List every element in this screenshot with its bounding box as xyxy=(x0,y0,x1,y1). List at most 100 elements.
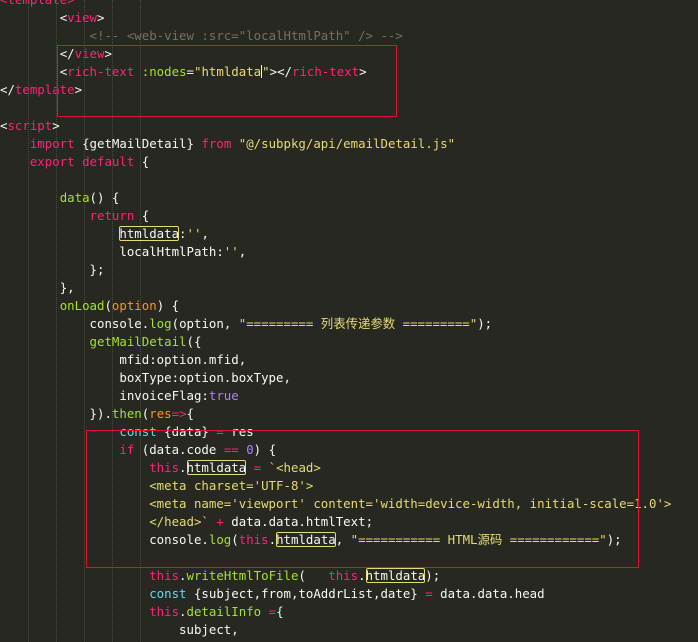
code-line[interactable]: getMailDetail({ xyxy=(0,333,202,351)
code-line[interactable]: invoiceFlag:true xyxy=(0,387,239,405)
code-token: console. xyxy=(89,316,150,331)
code-token: data.data.htmlText; xyxy=(223,514,374,529)
code-line[interactable]: localHtmlPath:'', xyxy=(0,243,246,261)
code-token: :nodes xyxy=(141,64,187,79)
code-line[interactable]: <!-- <web-view :src="localHtmlPath" /> -… xyxy=(0,27,403,45)
code-token: <meta name='viewport' content='width=dev… xyxy=(149,496,672,511)
code-line[interactable]: subject, xyxy=(0,621,239,639)
code-line[interactable]: mfid:option.mfid, xyxy=(0,351,246,369)
code-line[interactable]: </head>` + data.data.htmlText; xyxy=(0,513,373,531)
code-token: = xyxy=(268,604,277,619)
code-line[interactable]: if (data.code == 0) { xyxy=(0,441,276,459)
code-line[interactable]: data() { xyxy=(0,189,120,207)
code-token: ></ xyxy=(269,64,292,79)
code-token: console. xyxy=(149,532,209,547)
code-line[interactable]: <rich-text :nodes="htmldata"></rich-text… xyxy=(0,63,367,81)
code-line[interactable]: <meta name='viewport' content='width=dev… xyxy=(0,495,671,513)
code-token: true xyxy=(208,388,239,403)
code-token: . xyxy=(179,568,187,583)
highlighted-token: htmldata xyxy=(365,568,426,583)
code-token: ( xyxy=(104,298,112,313)
code-token: > xyxy=(104,46,112,61)
code-token: {getMailDetail} xyxy=(74,136,202,151)
code-line[interactable]: <template> xyxy=(0,0,75,9)
code-line[interactable]: return { xyxy=(0,207,150,225)
code-line[interactable]: export default { xyxy=(0,153,149,171)
code-line[interactable]: </view> xyxy=(0,45,112,63)
code-line[interactable]: }).then(res=>{ xyxy=(0,405,194,423)
code-token: subject, xyxy=(179,622,239,637)
code-line[interactable]: onLoad(option) { xyxy=(0,297,179,315)
code-token: from xyxy=(201,136,232,151)
code-token: . xyxy=(358,568,366,583)
code-line[interactable]: <meta charset='UTF-8'> xyxy=(0,477,313,495)
code-token: onLoad xyxy=(59,298,105,313)
code-token: 0 xyxy=(246,442,254,457)
code-token: <meta charset='UTF-8'> xyxy=(149,478,314,493)
code-token: }; xyxy=(89,262,105,277)
code-line[interactable]: import {getMailDetail} from "@/subpkg/ap… xyxy=(0,135,455,153)
code-line[interactable]: console.log(this.htmldata, "=========== … xyxy=(0,531,622,549)
code-token: "========= 列表传递参数 =========" xyxy=(238,316,478,331)
code-token: }). xyxy=(89,406,112,421)
code-line[interactable]: boxType:option.boxType, xyxy=(0,369,291,387)
code-token: mfid:option.mfid, xyxy=(119,352,247,367)
code-line[interactable]: this.detailInfo ={ xyxy=(0,603,283,621)
code-token: { xyxy=(134,208,150,223)
code-token: > xyxy=(74,82,83,97)
code-token: invoiceFlag: xyxy=(119,388,209,403)
code-line[interactable]: htmldata:'', xyxy=(0,225,209,243)
code-token: , xyxy=(201,226,209,241)
code-line[interactable]: }, xyxy=(0,279,75,297)
code-token: : xyxy=(179,226,187,241)
code-token: res xyxy=(149,406,172,421)
code-token: this xyxy=(149,604,180,619)
code-token: data xyxy=(59,190,90,205)
code-token: data.data.head xyxy=(432,586,545,601)
code-token: . xyxy=(268,532,277,547)
code-token: detailInfo xyxy=(186,604,262,619)
code-token: if xyxy=(119,442,135,457)
code-token: > xyxy=(359,64,367,79)
code-editor[interactable]: <template> <view> <!-- <web-view :src="l… xyxy=(0,0,698,642)
code-line[interactable]: const {data} = res xyxy=(0,423,254,441)
highlighted-token: htmldata xyxy=(186,460,247,475)
code-token: '' xyxy=(223,244,239,259)
code-token: (data.code xyxy=(134,442,224,457)
code-token: ); xyxy=(606,532,622,547)
code-line[interactable]: <view> xyxy=(0,9,105,27)
code-token: this xyxy=(328,568,359,583)
code-token: rich-text xyxy=(292,64,360,79)
code-line[interactable]: </template> xyxy=(0,81,82,99)
code-line[interactable]: <script> xyxy=(0,117,60,135)
code-token: this xyxy=(238,532,269,547)
code-line[interactable]: console.log(option, "========= 列表传递参数 ==… xyxy=(0,315,493,333)
code-line[interactable]: }; xyxy=(0,261,105,279)
code-token: template xyxy=(14,82,75,97)
code-line[interactable]: const {subject,from,toAddrList,date} = d… xyxy=(0,585,545,603)
code-token: rich-text xyxy=(67,64,135,79)
code-line[interactable]: this.htmldata = `<head> xyxy=(0,459,321,477)
code-token: <template> xyxy=(0,0,75,7)
code-line[interactable]: this.writeHtmlToFile( this.htmldata); xyxy=(0,567,440,585)
code-token: ({ xyxy=(186,334,202,349)
code-token: `<head> xyxy=(268,460,321,475)
code-token: "=========== HTML源码 ============" xyxy=(350,532,607,547)
code-token: res xyxy=(223,424,254,439)
